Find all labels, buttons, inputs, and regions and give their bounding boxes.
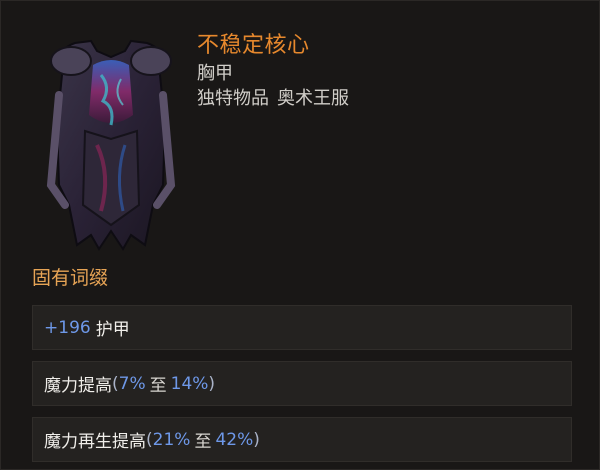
- implicit-section-title: 固有词缀: [32, 267, 109, 289]
- affix-range-min: 7%: [118, 373, 146, 394]
- affix-label: 魔力再生提高: [44, 432, 146, 452]
- item-type-line: 独特物品 奥术王服: [197, 86, 349, 111]
- affix-range-open: (: [112, 373, 119, 394]
- affix-row-mana-regen: 魔力再生提高(21% 至 42%): [32, 417, 572, 462]
- affix-range-to: 至: [149, 376, 167, 396]
- item-header: 不稳定核心 胸甲 独特物品 奥术王服: [197, 31, 349, 111]
- affix-row-armor: +196 护甲: [32, 305, 572, 350]
- affix-label: 魔力提高: [44, 376, 112, 396]
- affix-label: 护甲: [95, 320, 130, 340]
- affix-range-max: 42%: [215, 429, 254, 450]
- affix-value: 196: [58, 317, 91, 338]
- affix-range-min: 21%: [152, 429, 191, 450]
- chest-armor-robe-icon: [41, 35, 181, 255]
- affix-range-open: (: [146, 429, 153, 450]
- item-name: 不稳定核心: [197, 33, 310, 58]
- item-base-type: 奥术王服: [277, 88, 349, 109]
- implicit-affix-list: +196 护甲 魔力提高(7% 至 14%) 魔力再生提高(21% 至 42%): [32, 305, 572, 462]
- affix-range-max: 14%: [170, 373, 209, 394]
- affix-range-to: 至: [194, 432, 212, 452]
- affix-row-mana-increase: 魔力提高(7% 至 14%): [32, 361, 572, 406]
- affix-prefix: +: [44, 317, 59, 338]
- affix-range-close: ): [253, 429, 260, 450]
- item-tooltip: 不稳定核心 胸甲 独特物品 奥术王服 固有词缀 +196 护甲 魔力提高(7% 至 14…: [0, 0, 600, 470]
- affix-range-close: ): [208, 373, 216, 394]
- item-rarity: 独特物品: [197, 88, 269, 109]
- item-slot: 胸甲: [197, 63, 233, 84]
